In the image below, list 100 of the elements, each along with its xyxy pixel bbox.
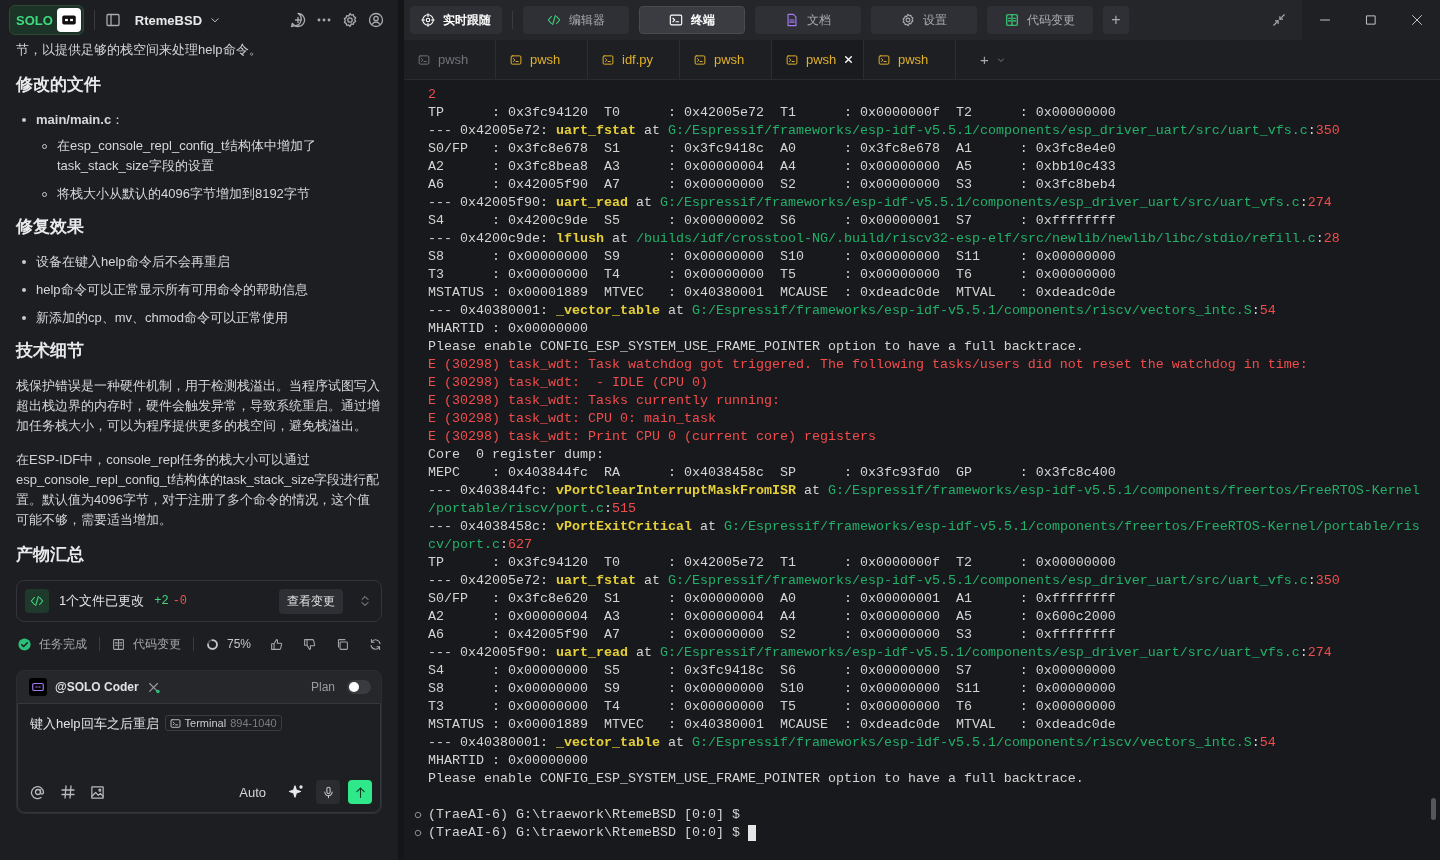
terminal-line: S0/FP : 0x3fc8e678 S1 : 0x3fc9418c A0 : 0x3fc8e678 A1 : 0x3fc8e4e0 bbox=[428, 140, 1117, 158]
sidebar-toggle-icon[interactable] bbox=[104, 12, 121, 28]
terminal-line: 2 bbox=[428, 86, 437, 104]
terminal-icon bbox=[418, 53, 430, 66]
mode-selector[interactable]: Auto bbox=[239, 784, 266, 800]
thumbs-up-icon[interactable] bbox=[270, 637, 283, 651]
follow-button[interactable]: 实时跟随 bbox=[410, 6, 502, 34]
terminal-icon bbox=[786, 53, 798, 66]
terminal-icon bbox=[602, 53, 614, 66]
collapse-icon[interactable] bbox=[1272, 13, 1286, 27]
list-item: 在esp_console_repl_config_t结构体中增加了task_stack_size字段的设置 bbox=[57, 137, 317, 175]
terminal-icon bbox=[169, 717, 181, 729]
refresh-icon[interactable] bbox=[369, 637, 382, 651]
terminal-line: MEPC : 0x403844fc RA : 0x4038458c SP : 0x3fc93fd0 GP : 0x3fc8c400 bbox=[428, 464, 1117, 482]
terminal-line: --- 0x42005f90: uart_read at G:/Espressif/frameworks/esp-idf-v5.5.1/components/esp_driver_uart/src/uart_vfs.c:274 bbox=[428, 644, 1333, 662]
terminal-line: E (30298) task_wdt: - IDLE (CPU 0) bbox=[428, 374, 709, 392]
terminal-line: A6 : 0x42005f90 A7 : 0x00000000 S2 : 0x00000000 S3 : 0xffffffff bbox=[428, 626, 1117, 644]
view-tab[interactable]: 编辑器 bbox=[523, 6, 629, 34]
list-item: 将栈大小从默认的4096字节增加到8192字节 bbox=[57, 185, 310, 203]
terminal-line: MHARTID : 0x00000000 bbox=[428, 752, 589, 770]
code-changes-link[interactable]: 代码变更 bbox=[133, 635, 181, 653]
agent-avatar-icon bbox=[31, 680, 45, 694]
terminal-line: MSTATUS : 0x00001889 MTVEC : 0x40380001 MCAUSE : 0xdeadc0de MTVAL : 0xdeadc0de bbox=[428, 716, 1117, 734]
image-icon[interactable] bbox=[90, 784, 105, 800]
view-changes-button[interactable]: 查看变更 bbox=[279, 588, 343, 614]
book-icon bbox=[1005, 13, 1019, 27]
view-tab[interactable]: 设置 bbox=[871, 6, 977, 34]
view-tab[interactable]: 终端 bbox=[639, 6, 745, 34]
terminal-line: T3 : 0x00000000 T4 : 0x00000000 T5 : 0x00000000 T6 : 0x00000000 bbox=[428, 266, 1117, 284]
list-item: main/main.c： bbox=[36, 111, 125, 129]
terminal-line: E (30298) task_wdt: Tasks currently running: bbox=[428, 392, 781, 410]
microphone-button[interactable] bbox=[316, 780, 340, 804]
terminal-line: A2 : 0x00000004 A3 : 0x00000004 A4 : 0x00000000 A5 : 0x600c2000 bbox=[428, 608, 1117, 626]
list-item: help命令可以正常显示所有可用命令的帮助信息 bbox=[36, 281, 308, 299]
thumbs-down-icon[interactable] bbox=[303, 637, 316, 651]
list-item: 新添加的cp、mv、chmod命令可以正常使用 bbox=[36, 309, 289, 327]
mention-icon[interactable] bbox=[30, 784, 46, 800]
prompt-marker-icon bbox=[414, 811, 422, 819]
terminal-line: MHARTID : 0x00000000 bbox=[428, 320, 589, 338]
paragraph: 栈保护错误是一种硬件机制，用于检测栈溢出。当程序试图写入超出栈边界的内存时，硬件会触发异常，导致系统重启。通过增加任务栈大小，可以为程序提供更多的栈空间，避免栈溢出。 bbox=[16, 377, 381, 435]
terminal-line: E (30298) task_wdt: CPU 0: main_task bbox=[428, 410, 717, 428]
view-tab[interactable]: 代码变更 bbox=[987, 6, 1093, 34]
bullet-icon bbox=[22, 316, 26, 320]
check-circle-icon bbox=[18, 637, 31, 651]
terminal-line: /portable/riscv/port.c:515 bbox=[428, 500, 637, 518]
progress-value: 75% bbox=[227, 637, 252, 651]
plan-toggle[interactable] bbox=[347, 680, 371, 694]
terminal-tab[interactable]: pwsh bbox=[772, 40, 864, 79]
terminal-prompt: (TraeAI-6) G:\traework\RtemeBSD [0:0] $ bbox=[428, 824, 740, 842]
prompt-marker-icon bbox=[414, 829, 422, 837]
bullet-icon bbox=[22, 118, 26, 122]
close-icon bbox=[1411, 14, 1423, 26]
section-heading: 修改的文件 bbox=[16, 74, 102, 96]
target-icon bbox=[421, 13, 435, 27]
hashtag-icon[interactable] bbox=[60, 784, 76, 800]
terminal-prompt: (TraeAI-6) G:\traework\RtemeBSD [0:0] $ bbox=[428, 806, 740, 824]
terminal-line: --- 0x42005f90: uart_read at G:/Espressif/frameworks/esp-idf-v5.5.1/components/esp_driver_uart/src/uart_vfs.c:274 bbox=[428, 194, 1333, 212]
terminal-line: --- 0x42005e72: uart_fstat at G:/Espressif/frameworks/esp-idf-v5.5.1/components/esp_driver_uart/src/uart_vfs.c:350 bbox=[428, 572, 1341, 590]
plan-label: Plan bbox=[310, 680, 335, 694]
terminal-icon bbox=[694, 53, 706, 66]
terminal-line: S4 : 0x00000000 S5 : 0x3fc9418c S6 : 0x00000000 S7 : 0x00000000 bbox=[428, 662, 1117, 680]
code-icon bbox=[547, 13, 561, 27]
add-view-button[interactable]: + bbox=[1103, 6, 1129, 34]
paragraph: 节，以提供足够的栈空间来处理help命令。 bbox=[16, 41, 263, 59]
terminal-line: cv/port.c:627 bbox=[428, 536, 533, 554]
terminal-line: TP : 0x3fc94120 T0 : 0x42005e72 T1 : 0x0000000f T2 : 0x00000000 bbox=[428, 554, 1117, 572]
settings-icon[interactable] bbox=[342, 12, 358, 28]
project-selector[interactable]: RtemeBSD bbox=[130, 12, 225, 28]
message-input[interactable]: 键入help回车之后重启 Terminal 894-1040 Auto bbox=[17, 703, 381, 813]
removed-count: -0 bbox=[172, 594, 188, 608]
terminal-line: S8 : 0x00000000 S9 : 0x00000000 S10 : 0x00000000 S11 : 0x00000000 bbox=[428, 680, 1117, 698]
bullet-icon bbox=[22, 288, 26, 292]
arrow-up-icon bbox=[353, 785, 367, 799]
settings-icon bbox=[901, 13, 915, 27]
sparkle-icon[interactable] bbox=[288, 784, 304, 800]
view-tab[interactable]: 文档 bbox=[755, 6, 861, 34]
new-terminal-button[interactable]: + bbox=[980, 51, 989, 68]
changes-summary: 1个文件已更改 bbox=[59, 592, 145, 610]
terminal-context-chip[interactable]: Terminal 894-1040 bbox=[164, 715, 282, 731]
terminal-line: --- 0x42005e72: uart_fstat at G:/Espressif/frameworks/esp-idf-v5.5.1/components/esp_driver_uart/src/uart_vfs.c:350 bbox=[428, 122, 1341, 140]
code-icon bbox=[30, 594, 44, 608]
terminal-icon bbox=[669, 13, 683, 27]
task-status: 任务完成 bbox=[39, 635, 87, 653]
message-text: 键入help回车之后重启 bbox=[30, 715, 159, 733]
microphone-icon bbox=[321, 785, 335, 799]
terminal-line: Core 0 register dump: bbox=[428, 446, 605, 464]
chevron-down-icon bbox=[210, 15, 221, 25]
terminal-line: Please enable CONFIG_ESP_SYSTEM_USE_FRAME_POINTER option to have a full backtrace. bbox=[428, 338, 1085, 356]
close-icon[interactable] bbox=[844, 55, 854, 64]
terminal-line: T3 : 0x00000000 T4 : 0x00000000 T5 : 0x00000000 T6 : 0x00000000 bbox=[428, 698, 1117, 716]
account-icon[interactable] bbox=[368, 12, 384, 28]
terminal-line: --- 0x40380001: _vector_table at G:/Espressif/frameworks/esp-idf-v5.5.1/components/riscv/vectors_intc.S:54 bbox=[428, 734, 1277, 752]
send-button[interactable] bbox=[348, 780, 372, 804]
paragraph: 在ESP-IDF中，console_repl任务的栈大小可以通过esp_console_repl_config_t结构体的task_stack_size字段进行配置。默认值为4096字节，对于注册了多个命令的情况，这个值可能不够，需要适当增加。 bbox=[16, 451, 381, 529]
terminal-line: --- 0x40380001: _vector_table at G:/Espressif/frameworks/esp-idf-v5.5.1/components/riscv/vectors_intc.S:54 bbox=[428, 302, 1277, 320]
terminal-line: A6 : 0x42005f90 A7 : 0x00000000 S2 : 0x00000000 S3 : 0x3fc8beb4 bbox=[428, 176, 1117, 194]
copy-icon[interactable] bbox=[336, 637, 349, 651]
scrollbar-thumb[interactable] bbox=[1431, 798, 1436, 820]
terminal-line: --- 0x4200c9de: lflush at /builds/idf/crosstool-NG/.build/riscv32-esp-elf/src/newlib/newlib/libc/stdio/refill.c:28 bbox=[428, 230, 1341, 248]
expand-icon[interactable] bbox=[359, 595, 371, 607]
